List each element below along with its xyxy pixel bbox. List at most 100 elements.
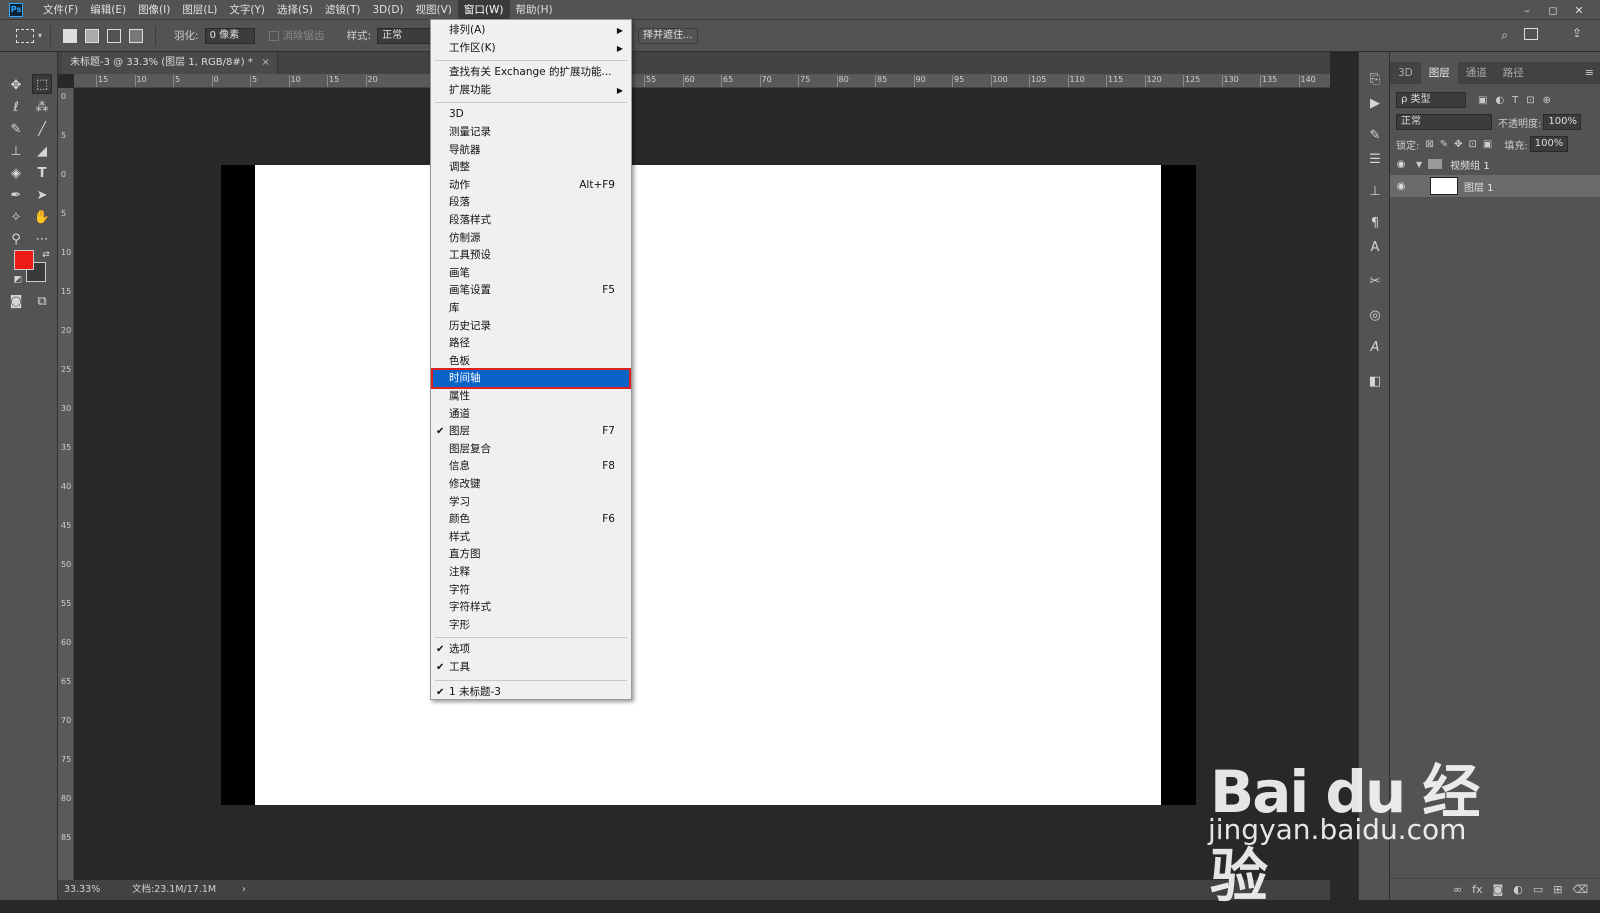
libraries-icon[interactable]: ◎ (1365, 306, 1385, 326)
type-tool-icon[interactable]: T (32, 164, 52, 184)
feather-input[interactable]: 0 像素 (204, 27, 255, 44)
chevron-down-icon[interactable]: ▼ (1416, 160, 1422, 169)
menu-type[interactable]: 文字(Y) (223, 0, 271, 20)
menu-window[interactable]: 窗口(W) (457, 0, 510, 20)
panel-menu-icon[interactable]: ≡ (1585, 62, 1600, 84)
window-menu-item[interactable]: 路径 (433, 335, 629, 352)
window-menu-item[interactable]: 段落样式 (433, 212, 629, 229)
default-colors-icon[interactable]: ◩ (8, 270, 28, 290)
clone-source-icon[interactable]: ⊥ (1365, 182, 1385, 202)
intersect-selection-icon[interactable] (129, 28, 144, 43)
shape-tool-icon[interactable]: ✧ (6, 208, 26, 228)
window-menu-item[interactable]: 画笔 (433, 265, 629, 282)
menu-file[interactable]: 文件(F) (37, 0, 84, 20)
window-menu-item[interactable]: 段落 (433, 194, 629, 211)
marquee-tool-icon[interactable]: ⬚ (32, 74, 52, 94)
chevron-down-icon[interactable]: ▾ (38, 31, 42, 40)
glyphs-icon[interactable]: A (1365, 338, 1385, 358)
window-menu-item[interactable]: 历史记录 (433, 318, 629, 335)
path-select-tool-icon[interactable]: ➤ (32, 186, 52, 206)
pen-tool-icon[interactable]: ✒ (6, 186, 26, 206)
character-icon[interactable]: A (1365, 238, 1385, 258)
minimize-button[interactable]: – (1514, 4, 1540, 17)
visibility-eye-icon[interactable]: ◉ (1390, 181, 1412, 192)
layer-row-selected[interactable]: ◉ 图层 1 (1390, 175, 1600, 197)
filter-icons[interactable]: ▣◐T⊡⊕ (1478, 95, 1559, 106)
window-menu-item[interactable]: ✔ 图层 F7 (433, 423, 629, 440)
window-menu-item[interactable]: ✔ 1 未标题-3 (433, 684, 629, 701)
window-menu-item[interactable]: 直方图 (433, 546, 629, 563)
swap-colors-icon[interactable]: ⇄ (36, 245, 56, 265)
select-and-mask-button[interactable]: 择并遮住... (638, 28, 698, 44)
window-menu-item[interactable]: 测量记录 (433, 124, 629, 141)
window-menu-item[interactable]: 仿制源 (433, 230, 629, 247)
window-menu-item[interactable]: 扩展功能 ▶ (433, 82, 629, 99)
brush-settings-icon[interactable]: ✎ (1365, 126, 1385, 146)
window-menu-item[interactable]: 导航器 (433, 142, 629, 159)
search-icon[interactable]: ⌕ (1501, 28, 1508, 43)
window-menu-item[interactable]: ✔ 工具 (433, 659, 629, 676)
lasso-tool-icon[interactable]: ℓ (6, 98, 26, 118)
eraser-tool-icon[interactable]: ◢ (32, 142, 52, 162)
restore-button[interactable]: ◻ (1540, 4, 1566, 17)
adjustment-layer-icon[interactable]: ◐ (1513, 883, 1523, 896)
close-icon[interactable]: × (261, 52, 269, 74)
photoshop-logo-icon[interactable]: Ps (9, 2, 23, 17)
window-menu-item[interactable]: 属性 (433, 388, 629, 405)
document-tab[interactable]: 未标题-3 @ 33.3% (图层 1, RGB/8#) * × (62, 52, 278, 74)
brush-tool-icon[interactable]: ╱ (32, 120, 52, 140)
antialias-checkbox[interactable] (268, 30, 279, 41)
new-layer-icon[interactable]: ⊞ (1553, 883, 1562, 896)
menu-3d[interactable]: 3D(D) (366, 0, 409, 20)
window-menu-item[interactable]: 图层复合 (433, 441, 629, 458)
canvas-area[interactable] (74, 88, 1330, 880)
layer-row-group[interactable]: ◉ ▼ 视频组 1 (1390, 153, 1600, 175)
tab-channels[interactable]: 通道 (1458, 62, 1495, 84)
menu-select[interactable]: 选择(S) (271, 0, 319, 20)
quick-mask-icon[interactable]: ◙ (6, 292, 26, 312)
actions-play-icon[interactable]: ▶ (1365, 94, 1385, 114)
tool-presets-icon[interactable]: ✂ (1365, 272, 1385, 292)
window-menu-item[interactable]: 工具预设 (433, 247, 629, 264)
layer-filter-select[interactable]: ρ 类型 (1396, 92, 1466, 108)
tab-3d[interactable]: 3D (1390, 62, 1421, 84)
window-menu-item[interactable]: 通道 (433, 406, 629, 423)
move-tool-icon[interactable]: ✥ (6, 76, 26, 96)
trash-icon[interactable]: ⌫ (1572, 883, 1588, 896)
workspace-icon[interactable] (1524, 28, 1538, 40)
menu-help[interactable]: 帮助(H) (510, 0, 559, 20)
learn-icon[interactable]: ◧ (1365, 372, 1385, 392)
window-menu-item[interactable]: 字符 (433, 582, 629, 599)
window-menu-item[interactable]: 注释 (433, 564, 629, 581)
tab-paths[interactable]: 路径 (1495, 62, 1532, 84)
close-button[interactable]: ✕ (1566, 4, 1592, 17)
window-menu-item[interactable]: 信息 F8 (433, 458, 629, 475)
window-menu-item[interactable]: 字形 (433, 617, 629, 634)
window-menu-item[interactable]: 颜色 F6 (433, 511, 629, 528)
zoom-tool-icon[interactable]: ⚲ (6, 230, 26, 250)
window-menu-item[interactable]: 时间轴 (431, 368, 631, 390)
menu-layer[interactable]: 图层(L) (176, 0, 223, 20)
paragraph-icon[interactable]: ¶ (1365, 214, 1385, 234)
foreground-color-swatch[interactable] (14, 250, 34, 270)
zoom-level[interactable]: 33.33% (64, 880, 100, 900)
window-menu-item[interactable]: 学习 (433, 494, 629, 511)
window-menu-item[interactable]: 调整 (433, 159, 629, 176)
tab-layers[interactable]: 图层 (1420, 62, 1458, 84)
fill-input[interactable]: 100% (1529, 136, 1568, 152)
document-canvas[interactable] (255, 165, 1161, 805)
visibility-eye-icon[interactable]: ◉ (1390, 159, 1412, 170)
window-menu-item[interactable]: 排列(A) ▶ (433, 22, 629, 39)
window-menu-item[interactable]: 动作 Alt+F9 (433, 177, 629, 194)
marquee-preset-icon[interactable] (16, 28, 34, 43)
adjustments-icon[interactable]: ☰ (1365, 150, 1385, 170)
window-menu-item[interactable]: 字符样式 (433, 599, 629, 616)
menu-edit[interactable]: 编辑(E) (84, 0, 132, 20)
share-icon[interactable]: ⇪ (1572, 26, 1582, 40)
status-arrow-icon[interactable]: › (242, 880, 246, 900)
opacity-input[interactable]: 100% (1543, 114, 1582, 130)
window-menu-item[interactable]: 查找有关 Exchange 的扩展功能... (433, 64, 629, 81)
menu-filter[interactable]: 滤镜(T) (319, 0, 367, 20)
lock-icons[interactable]: ⊠✎✥⊡▣ (1425, 139, 1498, 150)
paint-bucket-tool-icon[interactable]: ◈ (6, 164, 26, 184)
